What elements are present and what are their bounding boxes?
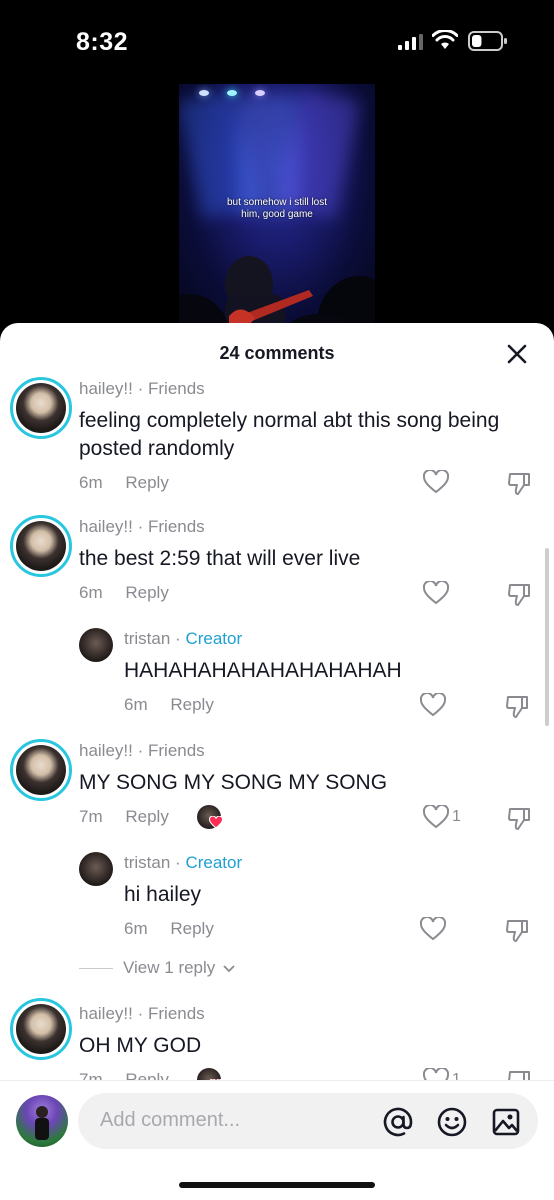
comment-reply-item: tristan · Creator HAHAHAHAHAHAHAHAHAH 6m…: [0, 623, 554, 735]
video-caption: but somehow i still lost him, good game: [179, 197, 375, 221]
avatar[interactable]: [79, 852, 113, 886]
reply-button[interactable]: Reply: [125, 583, 168, 602]
signal-icon: [398, 34, 423, 50]
creator-liked-badge: [197, 805, 223, 829]
comment-text: the best 2:59 that will ever live: [79, 547, 361, 570]
reply-button[interactable]: Reply: [125, 807, 168, 826]
stage-light: [199, 90, 209, 96]
add-comment-input[interactable]: Add comment...: [78, 1093, 538, 1149]
comment-meta: 6m Reply: [79, 583, 169, 603]
comment-text: MY SONG MY SONG MY SONG: [79, 771, 388, 794]
reply-button[interactable]: Reply: [125, 473, 168, 492]
comment-username[interactable]: tristan · Creator: [124, 853, 242, 873]
username: hailey!!: [79, 517, 133, 536]
comment-item: hailey!! · Friends OH MY GOD 7m Reply 1: [0, 998, 554, 1083]
caption-line: him, good game: [241, 209, 313, 220]
friends-tag: · Friends: [137, 517, 205, 536]
comment-list[interactable]: hailey!! · Friends feeling completely no…: [0, 373, 554, 1083]
comment-username[interactable]: hailey!! · Friends: [79, 1004, 205, 1024]
comment-username[interactable]: hailey!! · Friends: [79, 517, 205, 537]
comment-username[interactable]: tristan · Creator: [124, 629, 242, 649]
emoji-icon[interactable]: [436, 1106, 468, 1138]
comment-text: feeling completely normal abt this song …: [79, 407, 499, 463]
friends-tag: · Friends: [137, 379, 205, 398]
dislike-icon[interactable]: [505, 693, 531, 719]
username: tristan: [124, 853, 171, 872]
username: hailey!!: [79, 1004, 133, 1023]
creator-badge: Creator: [185, 853, 243, 872]
video-preview[interactable]: but somehow i still lost him, good game: [179, 84, 375, 324]
comment-meta: 7m Reply: [79, 807, 169, 827]
avatar[interactable]: [10, 739, 72, 801]
performer-silhouette: [179, 256, 375, 324]
comment-time: 6m: [79, 583, 103, 602]
comment-username[interactable]: hailey!! · Friends: [79, 379, 205, 399]
avatar[interactable]: [79, 628, 113, 662]
image-icon[interactable]: [490, 1106, 522, 1138]
comment-time: 6m: [79, 473, 103, 492]
reply-button[interactable]: Reply: [170, 695, 213, 714]
view-replies-button[interactable]: View 1 reply: [79, 958, 236, 978]
caption-line: but somehow i still lost: [226, 197, 328, 208]
comment-item: hailey!! · Friends MY SONG MY SONG MY SO…: [0, 735, 554, 847]
at-icon[interactable]: [382, 1106, 414, 1138]
dislike-icon[interactable]: [507, 581, 533, 607]
comment-meta: 6m Reply: [124, 919, 214, 939]
status-bar: 8:32: [0, 0, 554, 84]
comment-time: 6m: [124, 919, 148, 938]
comments-count-title: 24 comments: [219, 343, 335, 363]
stage-light: [255, 90, 265, 96]
wifi-icon: [432, 30, 458, 49]
comment-text: OH MY GOD: [79, 1034, 202, 1057]
avatar[interactable]: [10, 515, 72, 577]
comment-time: 6m: [124, 695, 148, 714]
home-indicator[interactable]: [179, 1182, 375, 1188]
scrollbar[interactable]: [545, 548, 549, 726]
dislike-icon[interactable]: [507, 470, 533, 496]
view-replies-label: View 1 reply: [123, 958, 216, 977]
separator-dot: ·: [175, 629, 181, 648]
creator-badge: Creator: [185, 629, 243, 648]
dislike-icon[interactable]: [507, 805, 533, 831]
comment-meta: 6m Reply: [79, 473, 169, 493]
profile-figure: [35, 1106, 49, 1140]
like-heart-icon[interactable]: [420, 693, 446, 717]
like-heart-icon[interactable]: [423, 470, 449, 494]
username: hailey!!: [79, 379, 133, 398]
avatar[interactable]: [10, 377, 72, 439]
username: tristan: [124, 629, 171, 648]
comment-reply-item: tristan · Creator hi hailey 6m Reply: [0, 847, 554, 959]
battery-icon: [468, 31, 507, 51]
avatar[interactable]: [10, 998, 72, 1060]
like-heart-icon[interactable]: [423, 581, 449, 605]
divider-line: [79, 968, 113, 970]
close-icon[interactable]: [502, 339, 532, 369]
comment-username[interactable]: hailey!! · Friends: [79, 741, 205, 761]
comment-item: hailey!! · Friends feeling completely no…: [0, 373, 554, 513]
separator-dot: ·: [175, 853, 181, 872]
comment-text-line: posted randomly: [79, 437, 235, 460]
chevron-down-icon: [223, 964, 235, 972]
comment-text-line: feeling completely normal abt this song …: [79, 409, 500, 432]
heart-icon: [209, 816, 223, 829]
comment-text: HAHAHAHAHAHAHAHAHAH: [124, 659, 402, 682]
friends-tag: · Friends: [137, 1004, 205, 1023]
like-heart-icon[interactable]: [420, 917, 446, 941]
like-count: 1: [452, 808, 461, 825]
status-time: 8:32: [76, 28, 129, 56]
dislike-icon[interactable]: [505, 917, 531, 943]
friends-tag: · Friends: [137, 741, 205, 760]
comment-meta: 6m Reply: [124, 695, 214, 715]
reply-button[interactable]: Reply: [170, 919, 213, 938]
comments-sheet: 24 comments hailey!! · Friends feeling c…: [0, 323, 554, 1200]
add-comment-placeholder: Add comment...: [100, 1109, 241, 1131]
comment-item: hailey!! · Friends the best 2:59 that wi…: [0, 511, 554, 623]
my-avatar: [16, 1095, 68, 1147]
username: hailey!!: [79, 741, 133, 760]
stage-light: [227, 90, 237, 96]
comment-time: 7m: [79, 807, 103, 826]
like-heart-icon[interactable]: [423, 805, 449, 829]
comment-text: hi hailey: [124, 883, 202, 906]
